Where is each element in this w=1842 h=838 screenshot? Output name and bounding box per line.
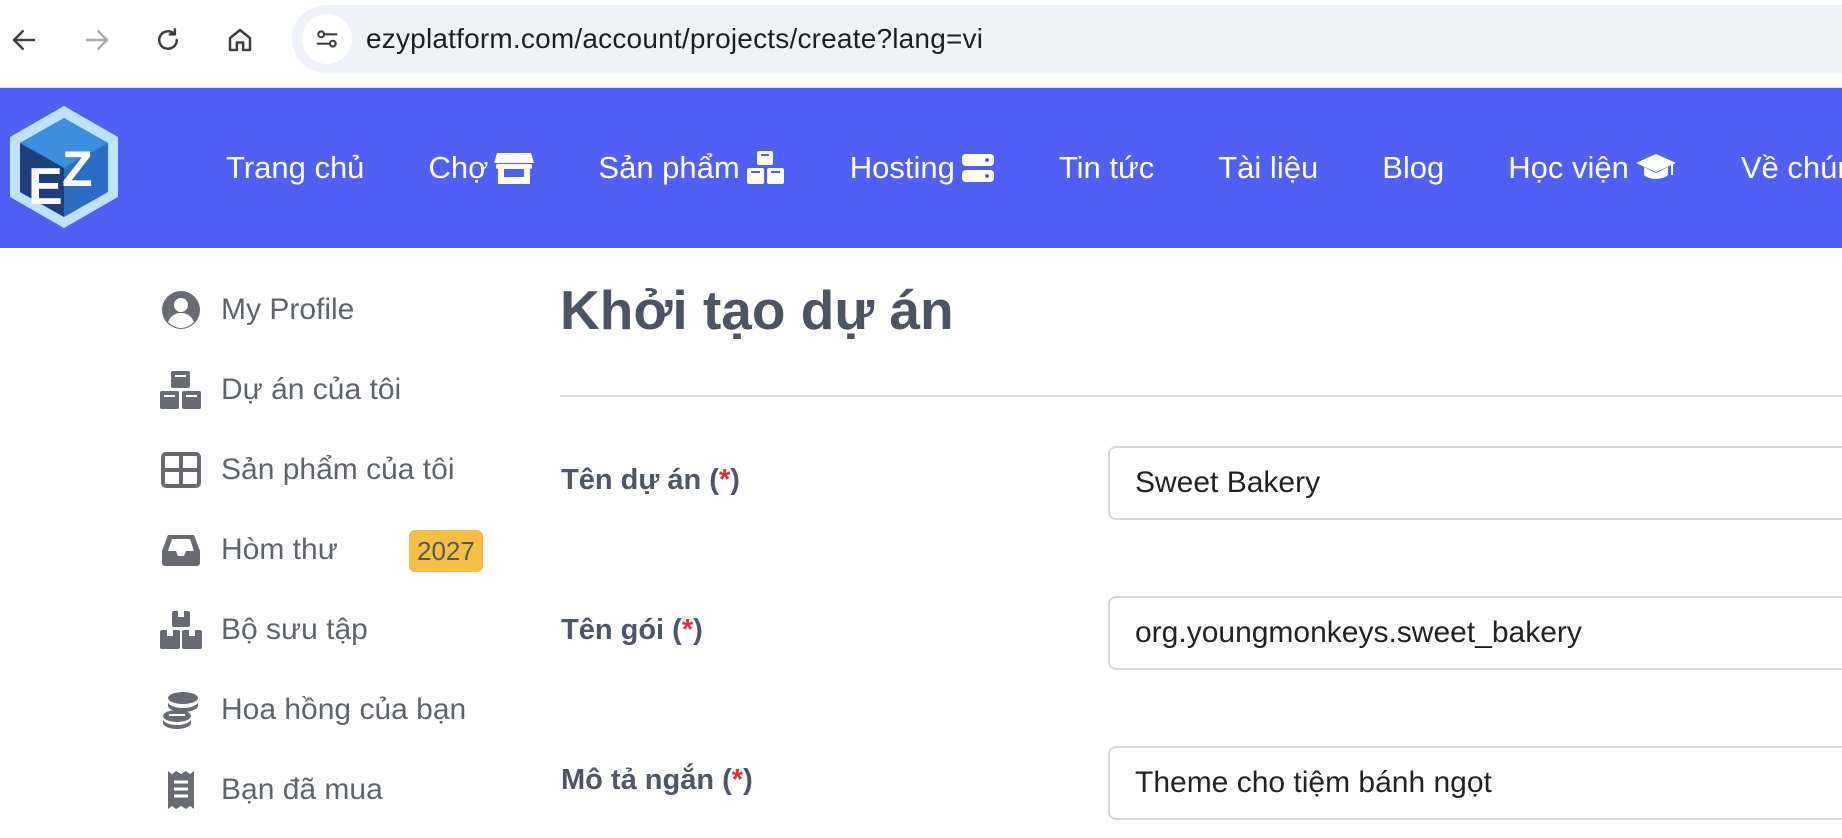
- user-circle-icon: [162, 291, 200, 329]
- cubes-icon: [746, 151, 784, 184]
- home-icon: [228, 28, 252, 52]
- main-nav: Trang chủ Chợ Sản phẩm Hosting Tin tức T…: [226, 88, 1842, 248]
- site-settings-icon[interactable]: [302, 14, 352, 64]
- package-name-input[interactable]: [1108, 596, 1842, 670]
- graduation-cap-icon: [1635, 154, 1676, 179]
- svg-text:Z: Z: [62, 141, 93, 197]
- page-title: Khởi tạo dự án: [560, 279, 954, 341]
- back-button[interactable]: [4, 20, 44, 60]
- nav-cho[interactable]: Chợ: [428, 150, 535, 186]
- sidebar-item-bo-suu-tap[interactable]: Bộ sưu tập: [158, 600, 498, 660]
- sidebar-item-hom-thu[interactable]: Hòm thư 2027: [158, 520, 498, 580]
- grid-icon: [161, 452, 201, 488]
- required-marker: *: [681, 614, 694, 646]
- nav-tin-tuc[interactable]: Tin tức: [1059, 150, 1154, 186]
- inbox-icon: [162, 535, 200, 566]
- arrow-left-icon: [12, 30, 36, 50]
- nav-trang-chu[interactable]: Trang chủ: [226, 150, 364, 186]
- short-description-label: Mô tả ngắn (*): [561, 764, 753, 796]
- receipt-icon: [168, 771, 194, 809]
- reload-button[interactable]: [148, 20, 188, 60]
- nav-ve-chung-toi[interactable]: Về chúng tôi: [1741, 150, 1842, 186]
- inbox-count-badge: 2027: [409, 530, 483, 572]
- url-text[interactable]: ezyplatform.com/account/projects/create?…: [366, 5, 983, 73]
- nav-blog[interactable]: Blog: [1382, 150, 1444, 186]
- server-icon: [961, 154, 994, 182]
- coins-icon: [163, 692, 198, 729]
- nav-hoc-vien[interactable]: Học viện: [1508, 150, 1677, 186]
- cubes-icon: [160, 371, 201, 409]
- home-button[interactable]: [220, 20, 260, 60]
- nav-tai-lieu[interactable]: Tài liệu: [1218, 150, 1318, 186]
- browser-toolbar: ezyplatform.com/account/projects/create?…: [0, 0, 1842, 88]
- boxes-icon: [160, 611, 202, 649]
- sidebar-item-my-profile[interactable]: My Profile: [158, 280, 498, 340]
- sidebar-item-ban-da-mua[interactable]: Bạn đã mua: [158, 760, 498, 820]
- sidebar-item-hoa-hong-cua-ban[interactable]: Hoa hồng của bạn: [158, 680, 498, 740]
- title-divider: [560, 395, 1842, 397]
- required-marker: *: [718, 464, 731, 496]
- svg-text:E: E: [28, 158, 63, 216]
- ezyplatform-logo[interactable]: E Z: [8, 104, 120, 230]
- sidebar-item-du-an-cua-toi[interactable]: Dự án của tôi: [158, 360, 498, 420]
- address-bar[interactable]: ezyplatform.com/account/projects/create?…: [292, 5, 1842, 73]
- nav-san-pham[interactable]: Sản phẩm: [598, 150, 785, 186]
- nav-hosting[interactable]: Hosting: [850, 150, 995, 186]
- project-name-label: Tên dự án (*): [561, 464, 740, 496]
- reload-icon: [158, 28, 178, 50]
- short-description-input[interactable]: [1108, 746, 1842, 820]
- store-icon: [494, 153, 535, 184]
- forward-button[interactable]: [77, 20, 117, 60]
- sidebar-item-san-pham-cua-toi[interactable]: Sản phẩm của tôi: [158, 440, 498, 500]
- arrow-right-icon: [85, 30, 109, 50]
- site-header: E Z Trang chủ Chợ Sản phẩm Hosting Tin t…: [0, 88, 1842, 248]
- project-name-input[interactable]: [1108, 446, 1842, 520]
- package-name-label: Tên gói (*): [561, 614, 703, 646]
- required-marker: *: [731, 764, 744, 796]
